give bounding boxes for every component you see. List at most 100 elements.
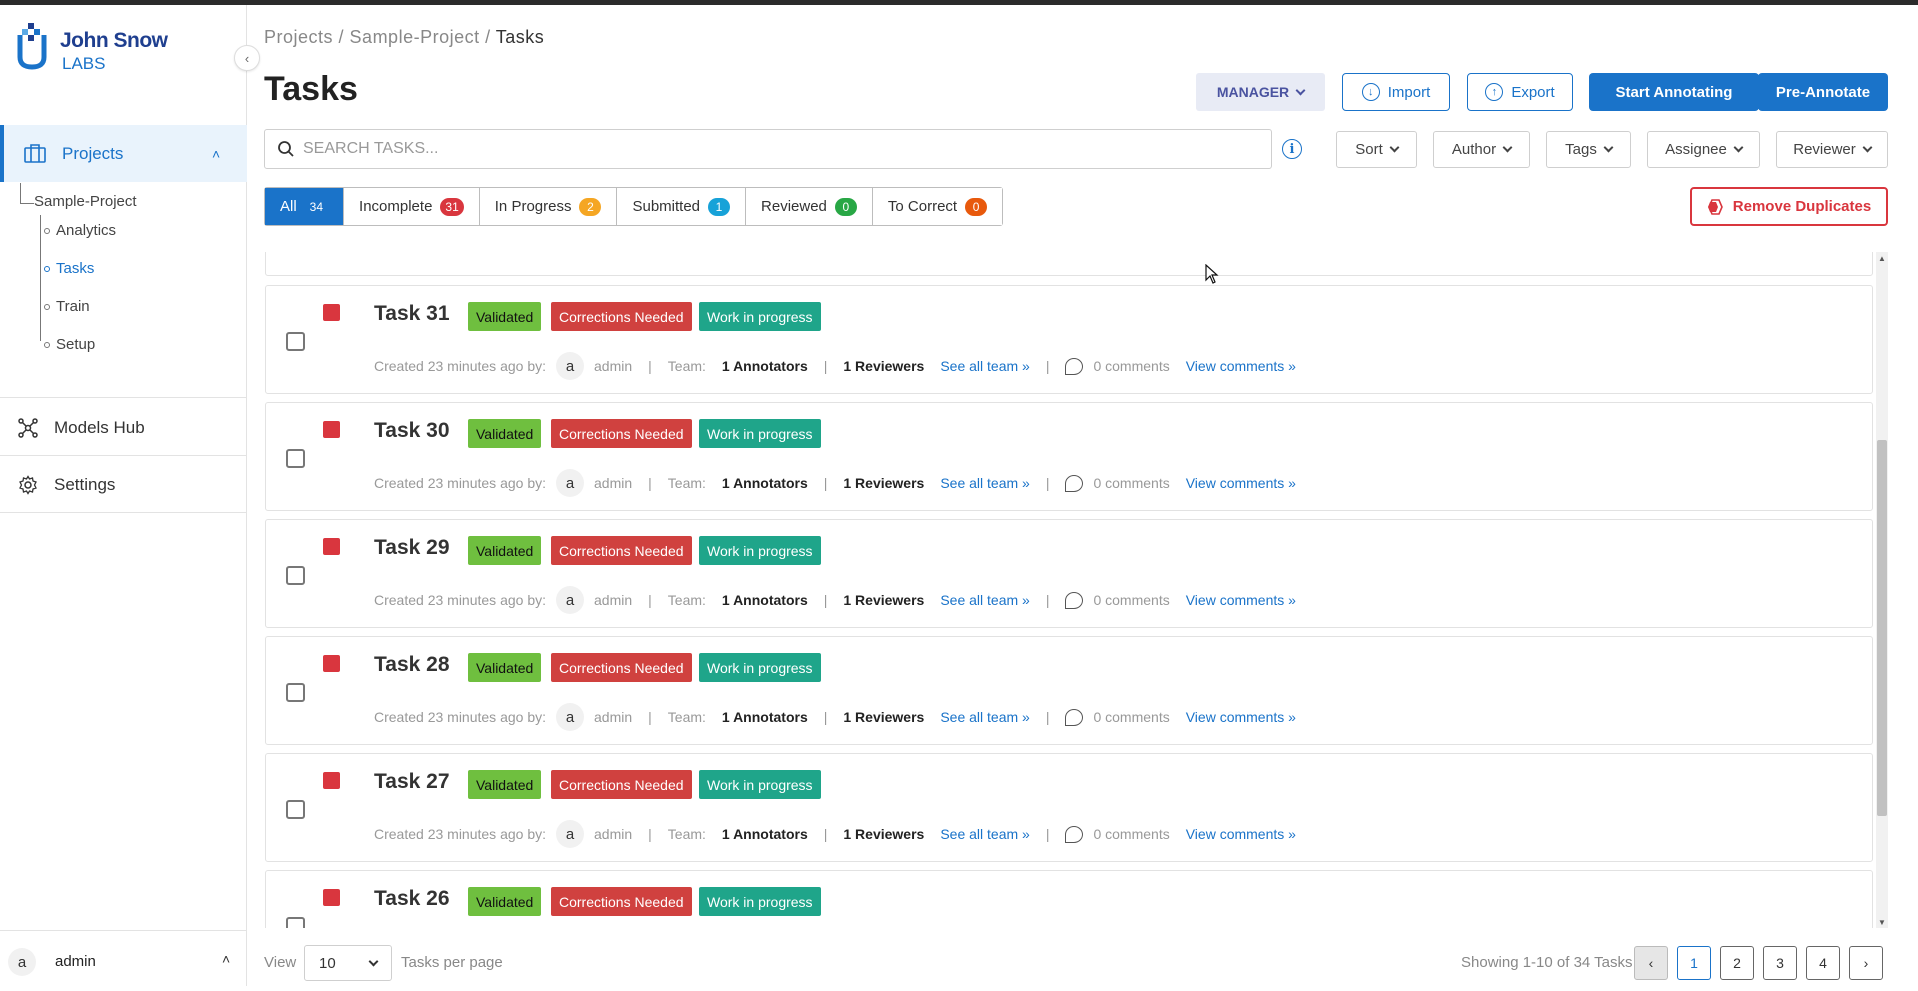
task-list[interactable]: Task 31 Validated Corrections Needed Wor…	[264, 252, 1874, 928]
task-card[interactable]: Task 28 Validated Corrections Needed Wor…	[265, 636, 1873, 745]
tab-in-progress[interactable]: In Progress 2	[479, 188, 618, 225]
chevron-right-icon: ›	[1863, 955, 1869, 971]
task-card[interactable]: Task 26 Validated Corrections Needed Wor…	[265, 870, 1873, 928]
role-dropdown[interactable]: MANAGER	[1196, 73, 1325, 111]
tag-work-in-progress: Work in progress	[699, 887, 821, 916]
export-icon: ↑	[1485, 83, 1504, 101]
tags-dropdown[interactable]: Tags	[1546, 131, 1631, 168]
tag-validated: Validated	[468, 653, 542, 682]
priority-flag-icon	[323, 772, 340, 789]
annotators-count: 1 Annotators	[721, 358, 808, 374]
tag-validated: Validated	[468, 887, 542, 916]
sidebar-collapse-button[interactable]: ‹	[234, 45, 260, 71]
import-button[interactable]: ↓ Import	[1342, 73, 1450, 111]
comment-icon	[1065, 357, 1084, 375]
logo[interactable]: John Snow LABS	[16, 21, 176, 81]
chevron-up-icon[interactable]: ˄	[222, 951, 230, 967]
task-card[interactable]: Task 30 Validated Corrections Needed Wor…	[265, 402, 1873, 511]
user-menu[interactable]: a admin ˄	[0, 930, 247, 991]
project-tree: Sample-Project Analytics Tasks Train Set…	[0, 183, 247, 385]
task-title[interactable]: Task 27	[374, 770, 450, 794]
task-checkbox[interactable]	[286, 800, 305, 819]
scroll-up-icon[interactable]: ▲	[1876, 252, 1888, 264]
info-icon[interactable]: i	[1282, 139, 1302, 159]
see-all-team-link[interactable]: See all team »	[940, 826, 1030, 842]
reviewer-dropdown[interactable]: Reviewer	[1776, 131, 1888, 168]
task-card[interactable]: Task 31 Validated Corrections Needed Wor…	[265, 285, 1873, 394]
count-badge: 0	[834, 197, 857, 216]
chevron-up-icon[interactable]: ˄	[212, 146, 220, 162]
chevron-left-icon: ‹	[1648, 955, 1654, 971]
tab-incomplete[interactable]: Incomplete 31	[344, 188, 480, 225]
view-comments-link[interactable]: View comments »	[1186, 709, 1296, 725]
task-card[interactable]: Task 27 Validated Corrections Needed Wor…	[265, 753, 1873, 862]
task-checkbox[interactable]	[286, 449, 305, 468]
page-3-button[interactable]: 3	[1763, 946, 1797, 980]
remove-duplicates-button[interactable]: Remove Duplicates	[1690, 187, 1888, 226]
see-all-team-link[interactable]: See all team »	[940, 709, 1030, 725]
separator: |	[823, 475, 828, 491]
view-comments-link[interactable]: View comments »	[1186, 358, 1296, 374]
prev-page-button[interactable]: ‹	[1634, 946, 1668, 980]
page-2-button[interactable]: 2	[1720, 946, 1754, 980]
tag-work-in-progress: Work in progress	[699, 536, 821, 565]
view-comments-link[interactable]: View comments »	[1186, 592, 1296, 608]
chevron-down-icon	[1389, 142, 1400, 153]
breadcrumb-projects[interactable]: Projects	[264, 27, 333, 47]
nav-settings[interactable]: Settings	[0, 457, 247, 512]
breadcrumb-project[interactable]: Sample-Project	[350, 27, 480, 47]
avatar: a	[556, 586, 584, 614]
see-all-team-link[interactable]: See all team »	[940, 592, 1030, 608]
tab-label: To Correct	[887, 198, 958, 215]
nav-projects[interactable]: Projects ˄	[0, 125, 247, 182]
task-title[interactable]: Task 26	[374, 887, 450, 911]
start-annotating-button[interactable]: Start Annotating	[1589, 73, 1759, 111]
tab-submitted[interactable]: Submitted 1	[617, 188, 747, 225]
reviewers-count: 1 Reviewers	[843, 826, 925, 842]
task-title[interactable]: Task 28	[374, 653, 450, 677]
task-checkbox[interactable]	[286, 917, 305, 928]
status-tabs: All 34 Incomplete 31 In Progress 2 Submitted 1 R…	[264, 187, 1004, 226]
export-button[interactable]: ↑ Export	[1467, 73, 1573, 111]
scroll-down-icon[interactable]: ▼	[1876, 916, 1888, 928]
tab-to-correct[interactable]: To Correct 0	[872, 188, 1003, 225]
task-title[interactable]: Task 31	[374, 302, 450, 326]
per-page-select[interactable]: 10	[304, 945, 392, 981]
page-1-button[interactable]: 1	[1677, 946, 1711, 980]
tab-reviewed[interactable]: Reviewed 0	[746, 188, 873, 225]
tree-item-analytics[interactable]: Analytics	[56, 222, 116, 239]
task-checkbox[interactable]	[286, 566, 305, 585]
priority-flag-icon	[323, 421, 340, 438]
view-label: View	[264, 954, 297, 971]
separator: |	[1045, 358, 1050, 374]
tree-project-sample[interactable]: Sample-Project	[34, 193, 137, 210]
tree-item-setup[interactable]: Setup	[56, 336, 95, 353]
tree-item-train[interactable]: Train	[56, 298, 90, 315]
search-input[interactable]	[303, 136, 1253, 162]
author-dropdown[interactable]: Author	[1433, 131, 1530, 168]
view-comments-link[interactable]: View comments »	[1186, 475, 1296, 491]
task-title[interactable]: Task 30	[374, 419, 450, 443]
tree-item-tasks[interactable]: Tasks	[56, 260, 94, 277]
task-checkbox[interactable]	[286, 332, 305, 351]
comment-icon	[1065, 591, 1084, 609]
task-card[interactable]: Task 29 Validated Corrections Needed Wor…	[265, 519, 1873, 628]
see-all-team-link[interactable]: See all team »	[940, 358, 1030, 374]
page-4-button[interactable]: 4	[1806, 946, 1840, 980]
view-comments-link[interactable]: View comments »	[1186, 826, 1296, 842]
next-page-button[interactable]: ›	[1849, 946, 1883, 980]
tab-all[interactable]: All 34	[265, 188, 345, 225]
network-icon	[18, 417, 38, 438]
scrollbar-thumb[interactable]	[1877, 440, 1887, 816]
comment-icon	[1065, 708, 1084, 726]
task-checkbox[interactable]	[286, 683, 305, 702]
pre-annotate-button[interactable]: Pre-Annotate	[1758, 73, 1888, 111]
see-all-team-link[interactable]: See all team »	[940, 475, 1030, 491]
remove-duplicates-label: Remove Duplicates	[1732, 198, 1872, 215]
sort-dropdown[interactable]: Sort	[1336, 131, 1417, 168]
per-page-value: 10	[319, 954, 336, 972]
nav-models-hub[interactable]: Models Hub	[0, 400, 247, 455]
author-label: Author	[1451, 141, 1497, 158]
assignee-dropdown[interactable]: Assignee	[1647, 131, 1760, 168]
task-title[interactable]: Task 29	[374, 536, 450, 560]
